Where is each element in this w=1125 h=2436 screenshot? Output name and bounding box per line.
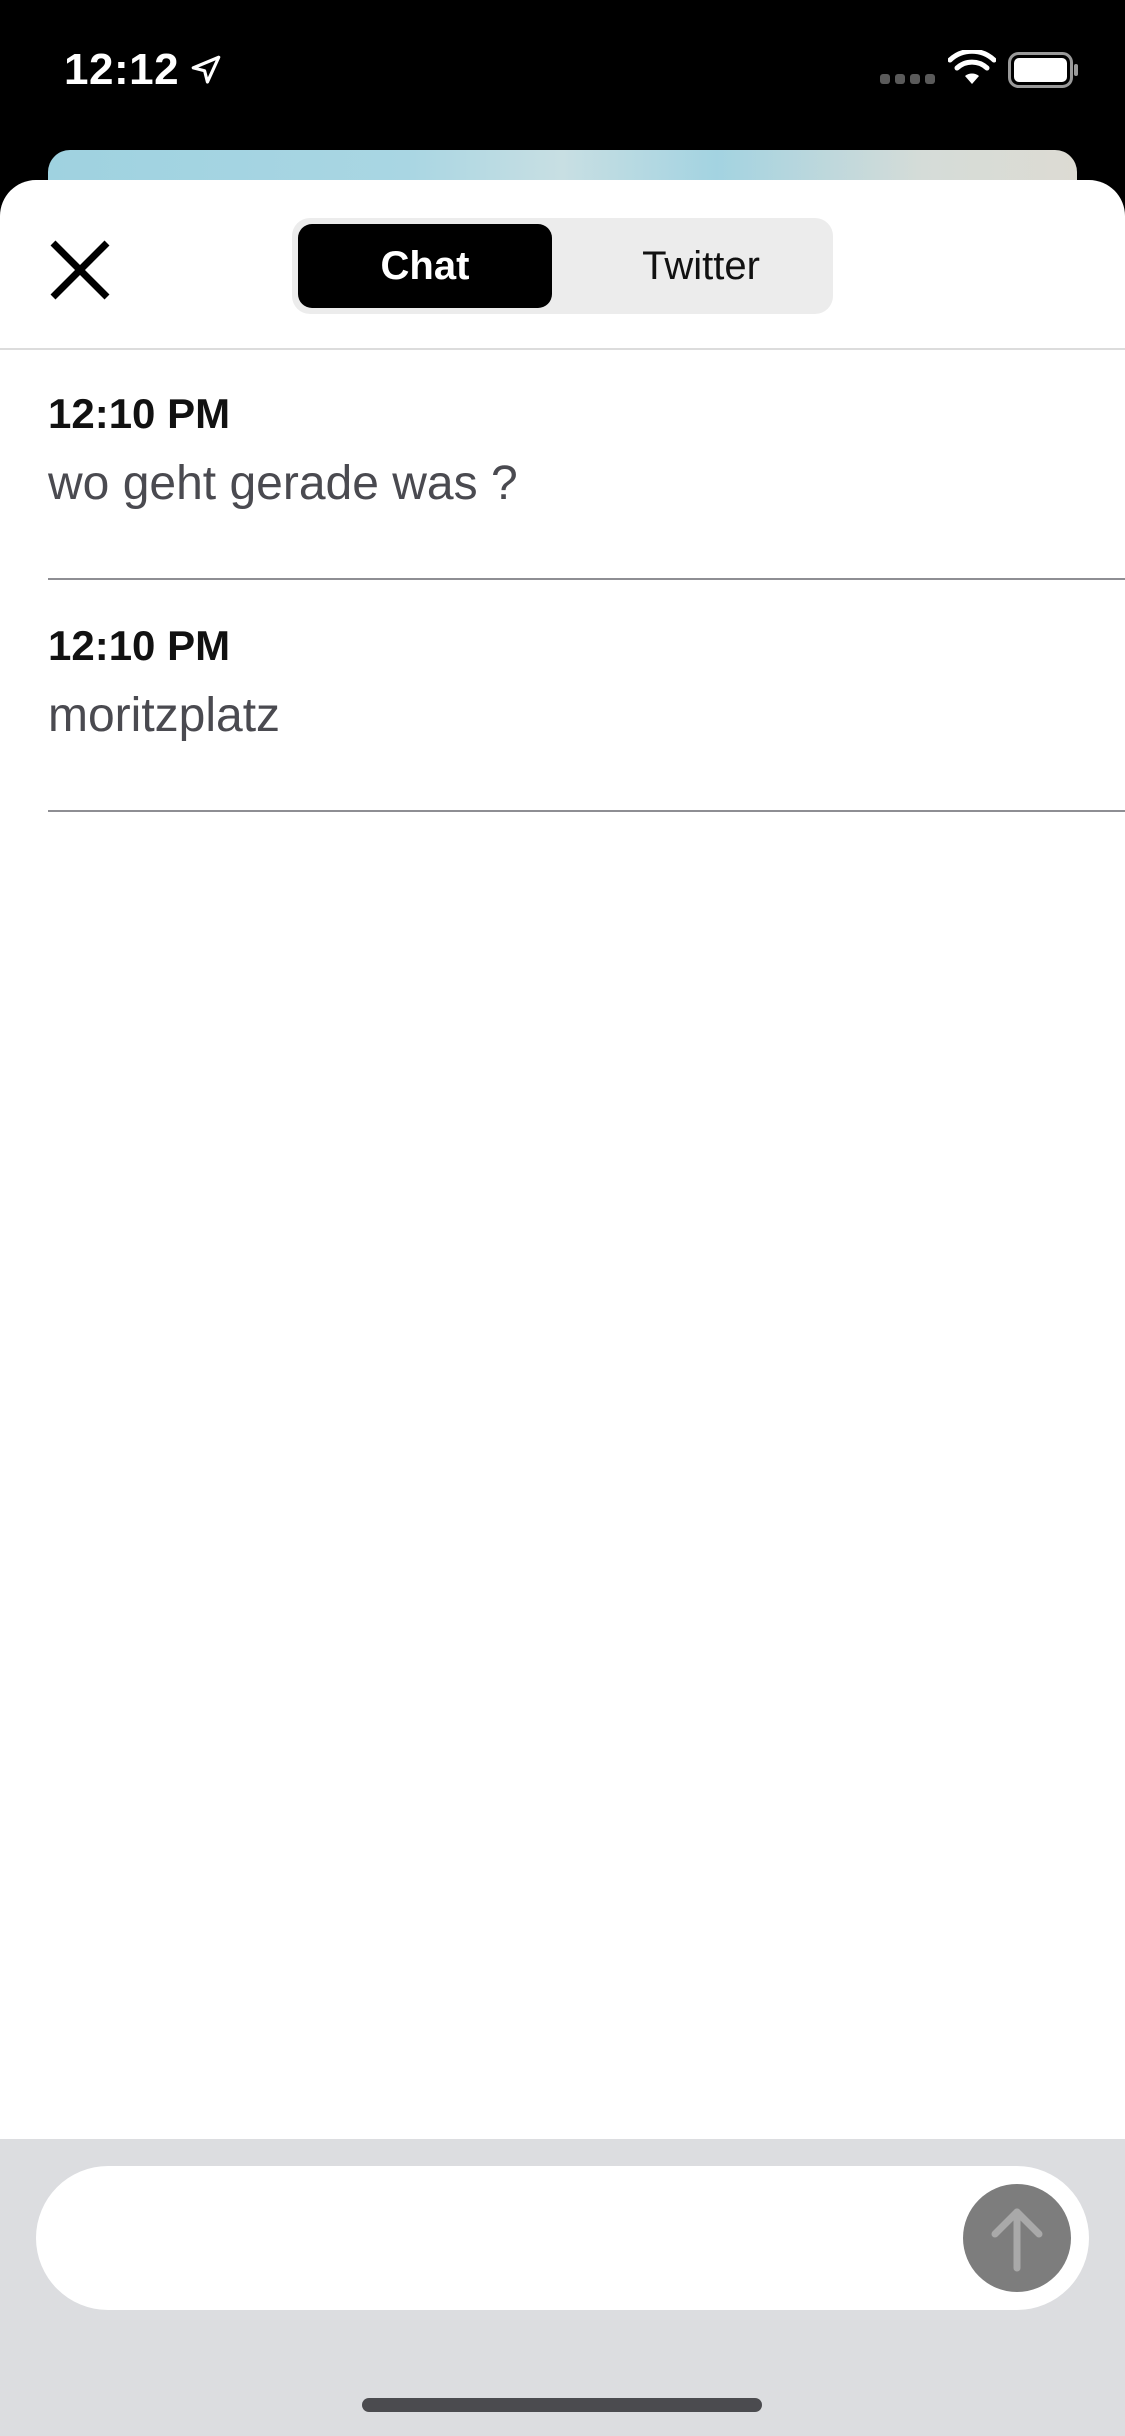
tab-chat[interactable]: Chat [298, 224, 552, 308]
message-input[interactable] [76, 2196, 960, 2282]
message-divider [48, 578, 1125, 580]
close-button[interactable] [40, 230, 120, 310]
wifi-icon [948, 50, 996, 84]
chat-sheet: Chat Twitter 12:10 PM wo geht gerade was… [0, 180, 1125, 2436]
message-timestamp: 12:10 PM [48, 390, 231, 437]
message-text: wo geht gerade was ? [48, 457, 518, 510]
battery-icon [1008, 52, 1078, 88]
message-composer [0, 2139, 1125, 2436]
segmented-control: Chat Twitter [292, 218, 833, 314]
close-icon [50, 240, 110, 300]
home-indicator [362, 2398, 762, 2412]
header-divider [0, 348, 1125, 350]
cellular-signal-icon [880, 74, 935, 84]
message-divider [48, 810, 1125, 812]
composer-field [36, 2166, 1089, 2310]
status-time: 12:12 [64, 45, 180, 94]
location-arrow-icon [191, 55, 221, 84]
arrow-up-icon [991, 2208, 1043, 2272]
message-text: moritzplatz [48, 689, 281, 742]
tab-twitter[interactable]: Twitter [574, 224, 828, 308]
status-time-group: 12:12 [64, 40, 223, 100]
message-timestamp: 12:10 PM [48, 622, 231, 669]
status-bar: 12:12 [0, 0, 1125, 150]
send-button[interactable] [963, 2184, 1071, 2292]
